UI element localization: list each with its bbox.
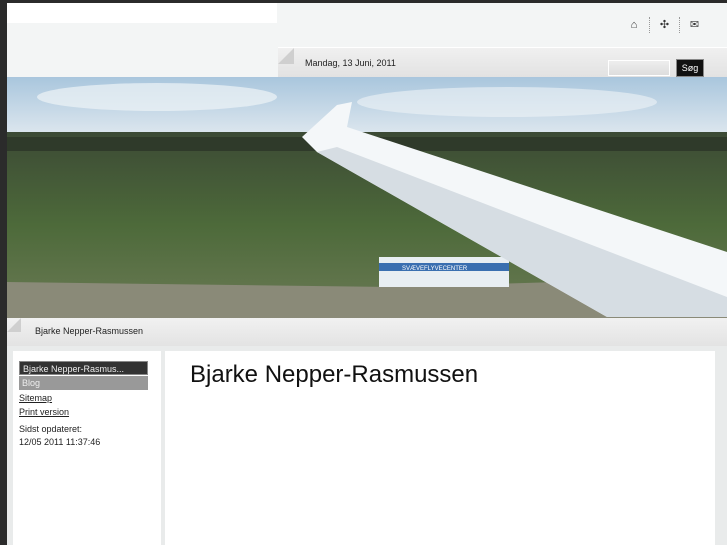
- print-version-link[interactable]: Print version: [19, 407, 69, 417]
- banner-image: SVÆVEFLYVECENTER: [7, 77, 727, 318]
- page-title: Bjarke Nepper-Rasmussen: [190, 361, 479, 388]
- date-bar: Mandag, 13 Juni, 2011 Søg: [278, 47, 727, 77]
- header-icons: ⌂ ✣ ✉: [619, 17, 709, 33]
- mail-icon[interactable]: ✉: [679, 17, 709, 33]
- breadcrumb-bar: Bjarke Nepper-Rasmussen: [7, 318, 727, 346]
- sitemap-link[interactable]: Sitemap: [19, 393, 52, 403]
- search-input[interactable]: [608, 60, 670, 76]
- breadcrumb: Bjarke Nepper-Rasmussen: [35, 326, 144, 336]
- nav-item-home[interactable]: Bjarke Nepper-Rasmus...: [19, 361, 148, 375]
- updated-label: Sidst opdateret:: [19, 424, 83, 434]
- main-content: Bjarke Nepper-Rasmussen: [165, 351, 715, 545]
- page: ⌂ ✣ ✉ Mandag, 13 Juni, 2011 Søg SVÆVEFLY…: [7, 3, 727, 545]
- sidebar: Bjarke Nepper-Rasmus... Blog Sitemap Pri…: [13, 351, 161, 545]
- search-button[interactable]: Søg: [676, 59, 704, 77]
- fold-decoration: [278, 48, 294, 64]
- current-date: Mandag, 13 Juni, 2011: [305, 58, 396, 68]
- nav-item-blog[interactable]: Blog: [19, 376, 148, 390]
- home-icon[interactable]: ⌂: [619, 17, 649, 33]
- hangar-sign: SVÆVEFLYVECENTER: [402, 266, 468, 272]
- fold-decoration: [7, 318, 21, 332]
- sitemap-icon[interactable]: ✣: [649, 17, 679, 33]
- updated-value: 12/05 2011 11:37:46: [19, 437, 101, 447]
